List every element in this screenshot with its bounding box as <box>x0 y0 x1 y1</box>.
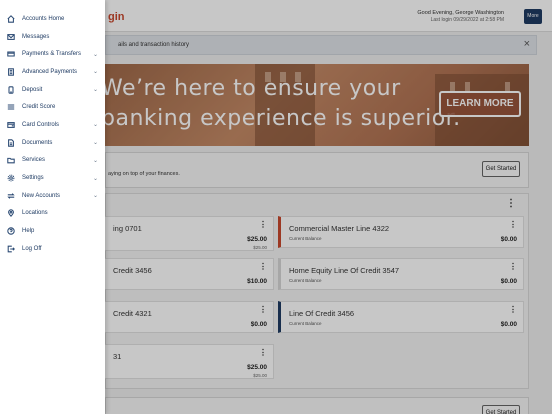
chevron-down-icon[interactable]: ⌄ <box>93 139 105 146</box>
logoff-icon <box>0 245 22 253</box>
sidebar-item-label: Services <box>22 157 46 164</box>
sidebar-item-accounts-home[interactable]: Accounts Home <box>0 10 105 28</box>
sidebar-item-label: Settings <box>22 175 44 182</box>
sidebar-item-label: Accounts Home <box>22 15 65 22</box>
sidebar-item-label: Card Controls <box>22 121 60 128</box>
folder-icon <box>0 156 22 164</box>
sidebar-item-messages[interactable]: Messages <box>0 28 105 46</box>
sidebar-item-credit-score[interactable]: Credit Score <box>0 98 105 116</box>
sidebar-item-services[interactable]: Services ⌄ <box>0 152 105 170</box>
sidebar-item-payments-transfers[interactable]: Payments & Transfers ⌄ <box>0 45 105 63</box>
sidebar-item-settings[interactable]: Settings ⌄ <box>0 169 105 187</box>
location-icon <box>0 209 22 218</box>
sidebar-item-documents[interactable]: Documents ⌄ <box>0 134 105 152</box>
card-controls-icon <box>0 121 22 129</box>
sidebar-item-label: Log Off <box>22 245 42 252</box>
sidebar-item-label: Messages <box>22 33 50 40</box>
chevron-down-icon[interactable]: ⌄ <box>93 192 105 199</box>
sidebar-item-deposit[interactable]: Deposit ⌄ <box>0 81 105 99</box>
side-navigation: Accounts Home Messages Payments & Transf… <box>0 0 105 414</box>
sidebar-item-label: Documents <box>22 139 53 146</box>
chevron-down-icon[interactable]: ⌄ <box>93 51 105 58</box>
sidebar-item-card-controls[interactable]: Card Controls ⌄ <box>0 116 105 134</box>
chevron-down-icon[interactable]: ⌄ <box>93 68 105 75</box>
sidebar-item-help[interactable]: Help <box>0 222 105 240</box>
sidebar-item-advanced-payments[interactable]: Advanced Payments ⌄ <box>0 63 105 81</box>
modal-overlay[interactable] <box>105 0 552 414</box>
mail-icon <box>0 33 22 41</box>
document-icon <box>0 138 22 147</box>
sidebar-item-label: Help <box>22 228 35 235</box>
card-icon <box>0 50 22 58</box>
sidebar-item-log-off[interactable]: Log Off <box>0 240 105 258</box>
list-icon <box>0 103 22 111</box>
gear-icon <box>0 174 22 182</box>
sidebar-item-label: New Accounts <box>22 192 61 199</box>
sidebar-item-label: Payments & Transfers <box>22 51 82 58</box>
sidebar-item-label: Advanced Payments <box>22 68 78 75</box>
sidebar-item-label: Credit Score <box>22 104 56 111</box>
deposit-icon <box>0 85 22 94</box>
transfer-icon <box>0 192 22 200</box>
sidebar-item-new-accounts[interactable]: New Accounts ⌄ <box>0 187 105 205</box>
chevron-down-icon[interactable]: ⌄ <box>93 157 105 164</box>
help-icon <box>0 227 22 235</box>
home-icon <box>0 14 22 23</box>
chevron-down-icon[interactable]: ⌄ <box>93 86 105 93</box>
receipt-icon <box>0 68 22 76</box>
sidebar-item-label: Locations <box>22 210 48 217</box>
chevron-down-icon[interactable]: ⌄ <box>93 121 105 128</box>
sidebar-item-label: Deposit <box>22 86 43 93</box>
chevron-down-icon[interactable]: ⌄ <box>93 175 105 182</box>
sidebar-item-locations[interactable]: Locations <box>0 205 105 223</box>
